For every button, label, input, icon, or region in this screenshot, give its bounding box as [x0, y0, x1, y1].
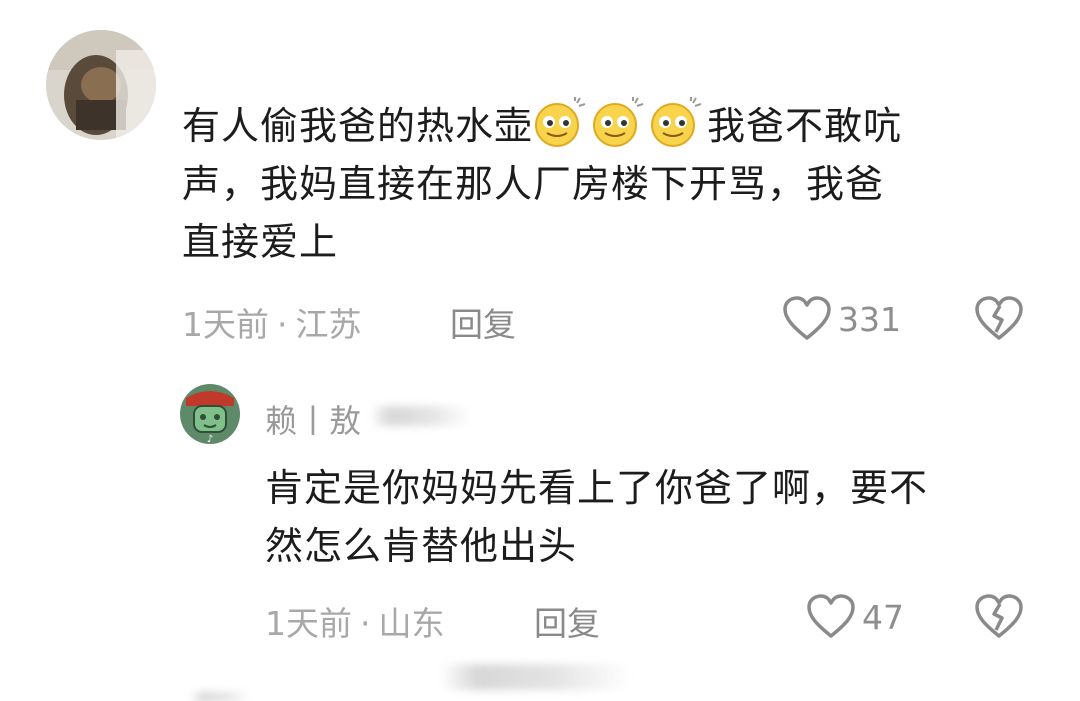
smirk-sweat-emoji-icon — [649, 97, 703, 147]
comment-line: 有人偷我爸的热水壶 我爸不敢吭 — [182, 97, 902, 155]
comment-location: 江苏 — [295, 305, 362, 344]
comment-text-segment: 我爸不敢吭 — [707, 104, 903, 148]
comment-text-segment: 有人偷我爸的热水壶 — [182, 104, 534, 148]
comment-body: 有人偷我爸的热水壶 我爸不敢吭 声，我妈直接在那人厂房楼下开骂，我爸 直接爱上 — [182, 97, 902, 271]
commenter-avatar[interactable] — [46, 30, 156, 140]
reply-username[interactable]: 赖丨敖 — [265, 396, 361, 442]
reply-body: 肯定是你妈妈先看上了你爸了啊，要不 然怎么肯替他出头 — [265, 459, 928, 575]
comment-time: 1天前 — [182, 305, 269, 344]
svg-text:♪: ♪ — [207, 434, 213, 444]
reply-reply-button[interactable]: 回复 — [534, 597, 600, 645]
username-blur — [370, 406, 470, 426]
broken-heart-icon — [975, 594, 1023, 638]
reply-location: 山东 — [378, 604, 445, 643]
heart-icon — [783, 296, 831, 340]
comment-line: 声，我妈直接在那人厂房楼下开骂，我爸 — [182, 162, 885, 206]
dislike-button[interactable] — [974, 296, 1024, 346]
comment-meta: 1天前 · 江苏 — [182, 298, 362, 346]
reply-dislike-button[interactable] — [974, 594, 1024, 644]
watermark-blur — [440, 664, 630, 690]
meta-separator: · — [277, 305, 288, 344]
reply-line: 然怎么肯替他出头 — [265, 524, 578, 568]
reply-like-button[interactable]: 47 — [806, 594, 904, 640]
meta-separator: · — [360, 604, 371, 643]
reply-line: 肯定是你妈妈先看上了你爸了啊，要不 — [265, 466, 929, 510]
like-button[interactable]: 331 — [782, 296, 901, 342]
comment-thread: 有人偷我爸的热水壶 我爸不敢吭 声，我妈直接在那人厂房楼下开骂，我爸 直接爱上 1… — [0, 0, 1080, 701]
smirk-sweat-emoji-icon — [533, 97, 587, 147]
reply-button[interactable]: 回复 — [450, 298, 516, 346]
broken-heart-icon — [975, 296, 1023, 340]
reply-meta: 1天前 · 山东 — [265, 597, 445, 645]
heart-icon — [807, 594, 855, 638]
reply-like-count: 47 — [862, 597, 904, 637]
bottom-edge-blur — [190, 692, 250, 701]
smirk-sweat-emoji-icon — [591, 97, 645, 147]
comment-line: 直接爱上 — [182, 220, 339, 264]
replier-avatar[interactable]: ♪ — [180, 384, 240, 444]
reply-time: 1天前 — [265, 604, 352, 643]
like-count: 331 — [838, 299, 901, 339]
